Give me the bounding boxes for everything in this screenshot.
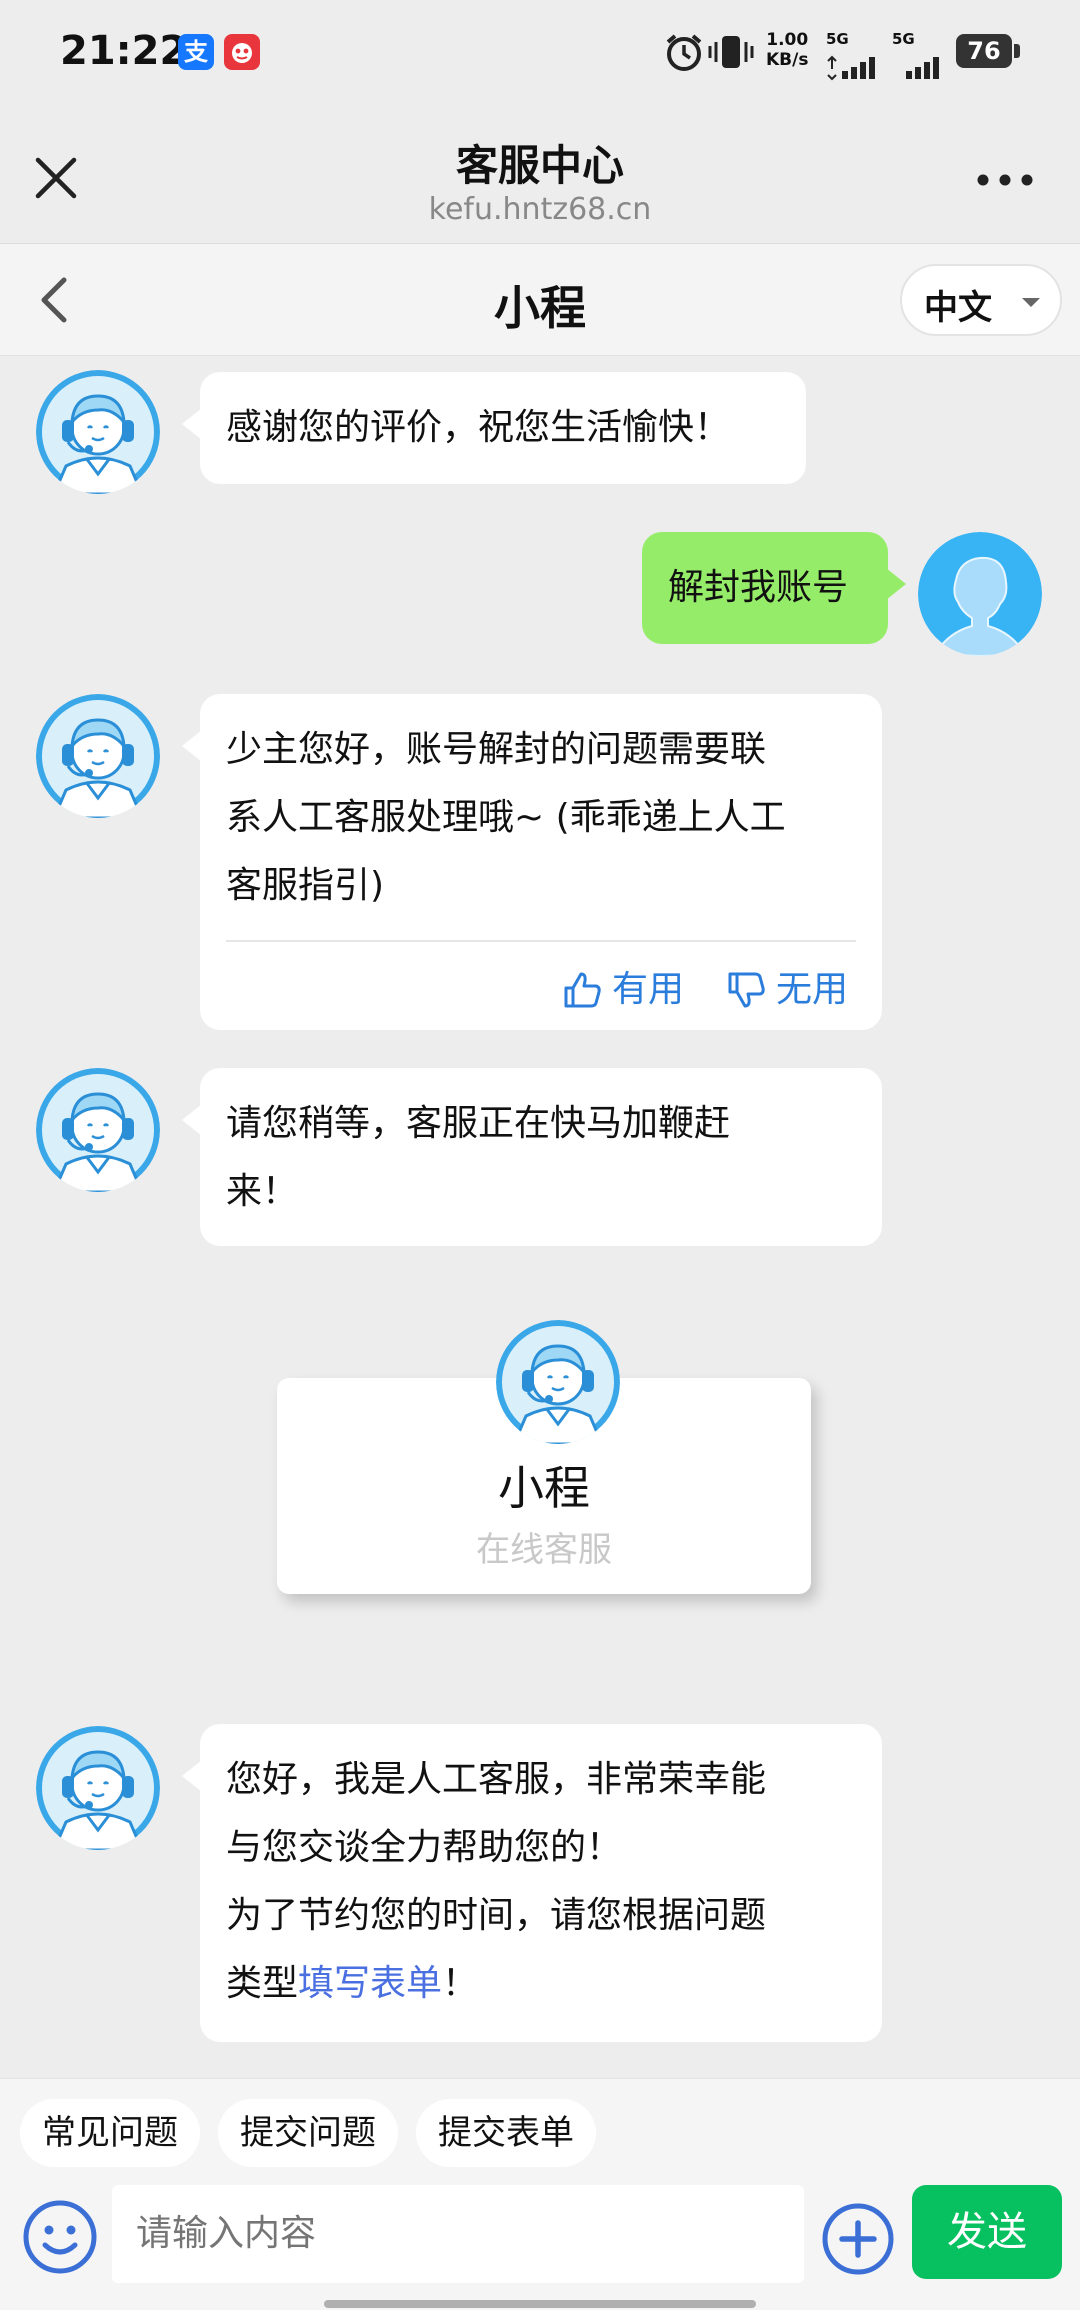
message-text: 解封我账号 (668, 567, 849, 608)
battery-indicator: 76 (956, 34, 1020, 68)
title-bar: 客服中心 kefu.hntz68.cn (0, 100, 1080, 244)
quick-reply-submit-form[interactable]: 提交表单 (416, 2099, 596, 2167)
agent-avatar[interactable] (36, 1726, 160, 1850)
useless-button[interactable]: 无用 (726, 956, 848, 1024)
message-line: 客服指引) (226, 865, 385, 906)
agent-card-status: 在线客服 (476, 1530, 612, 1570)
home-indicator[interactable] (324, 2300, 756, 2308)
send-button[interactable]: 发送 (912, 2185, 1062, 2279)
agent-avatar[interactable] (36, 1068, 160, 1192)
chat-header: 小程 中文 (0, 244, 1080, 356)
thumbs-down-icon (728, 972, 765, 1008)
pinduoduo-icon (224, 34, 260, 70)
agent-avatar[interactable] (36, 694, 160, 818)
message-line: 类型填写表单！ (226, 1963, 479, 2004)
useful-label: 有用 (612, 969, 685, 1010)
add-attachment-icon[interactable] (820, 2201, 896, 2277)
user-avatar[interactable] (918, 532, 1042, 656)
quick-reply-submit-question[interactable]: 提交问题 (218, 2099, 398, 2167)
useful-button[interactable]: 有用 (562, 956, 684, 1024)
page-url: kefu.hntz68.cn (428, 192, 652, 227)
message-line: 为了节约您的时间，请您根据问题 (226, 1895, 767, 1936)
message-line: 您好，我是人工客服，非常荣幸能 (226, 1759, 767, 1800)
page-title: 客服中心 (455, 141, 624, 190)
message-line: 与您交谈全力帮助您的！ (226, 1827, 623, 1868)
quick-reply-faq[interactable]: 常见问题 (20, 2099, 200, 2167)
alipay-icon: 支 (178, 34, 214, 70)
user-message: 解封我账号 (642, 532, 906, 644)
agent-message: 您好，我是人工客服，非常荣幸能 与您交谈全力帮助您的！ 为了节约您的时间，请您根… (182, 1724, 882, 2042)
status-time: 21:22 (60, 28, 188, 74)
agent-avatar[interactable] (36, 370, 160, 494)
emoji-icon[interactable] (20, 2197, 100, 2277)
agent-card-avatar (496, 1320, 620, 1444)
status-bar: 21:22 支 1.00 KB/s 5G 5G 76 (0, 0, 1080, 100)
message-line: 少主您好，账号解封的问题需要联 (226, 729, 767, 770)
message-text: 感谢您的评价，祝您生活愉快！ (226, 407, 731, 448)
caret-down-icon (1022, 298, 1040, 307)
thumbs-up-icon (564, 972, 601, 1008)
feedback-bar: 有用 无用 (226, 940, 856, 1010)
message-line: 请您稍等，客服正在快马加鞭赶 (226, 1103, 731, 1144)
message-input[interactable] (112, 2185, 804, 2283)
agent-message: 感谢您的评价，祝您生活愉快！ (182, 372, 806, 484)
agent-card-name: 小程 (498, 1461, 590, 1515)
network-speed: 1.00 KB/s (766, 30, 809, 70)
useless-label: 无用 (776, 969, 849, 1010)
alarm-icon (666, 34, 702, 71)
language-label: 中文 (924, 288, 992, 328)
fill-form-link[interactable]: 填写表单 (298, 1963, 442, 2004)
language-selector[interactable]: 中文 (900, 264, 1062, 336)
vibrate-icon (708, 36, 754, 68)
composer-area: 常见问题 提交问题 提交表单 发送 (0, 2078, 1080, 2310)
signal-icon-sim1 (827, 55, 875, 81)
agent-message: 少主您好，账号解封的问题需要联 系人工客服处理哦~ (乖乖递上人工 客服指引) … (182, 694, 882, 1030)
message-line: 来！ (226, 1171, 299, 1212)
message-line: 系人工客服处理哦~ (乖乖递上人工 (226, 797, 786, 838)
more-options-icon[interactable] (970, 160, 1040, 200)
signal-icon-sim2 (906, 57, 939, 79)
agent-message: 请您稍等，客服正在快马加鞭赶 来！ (182, 1068, 882, 1246)
